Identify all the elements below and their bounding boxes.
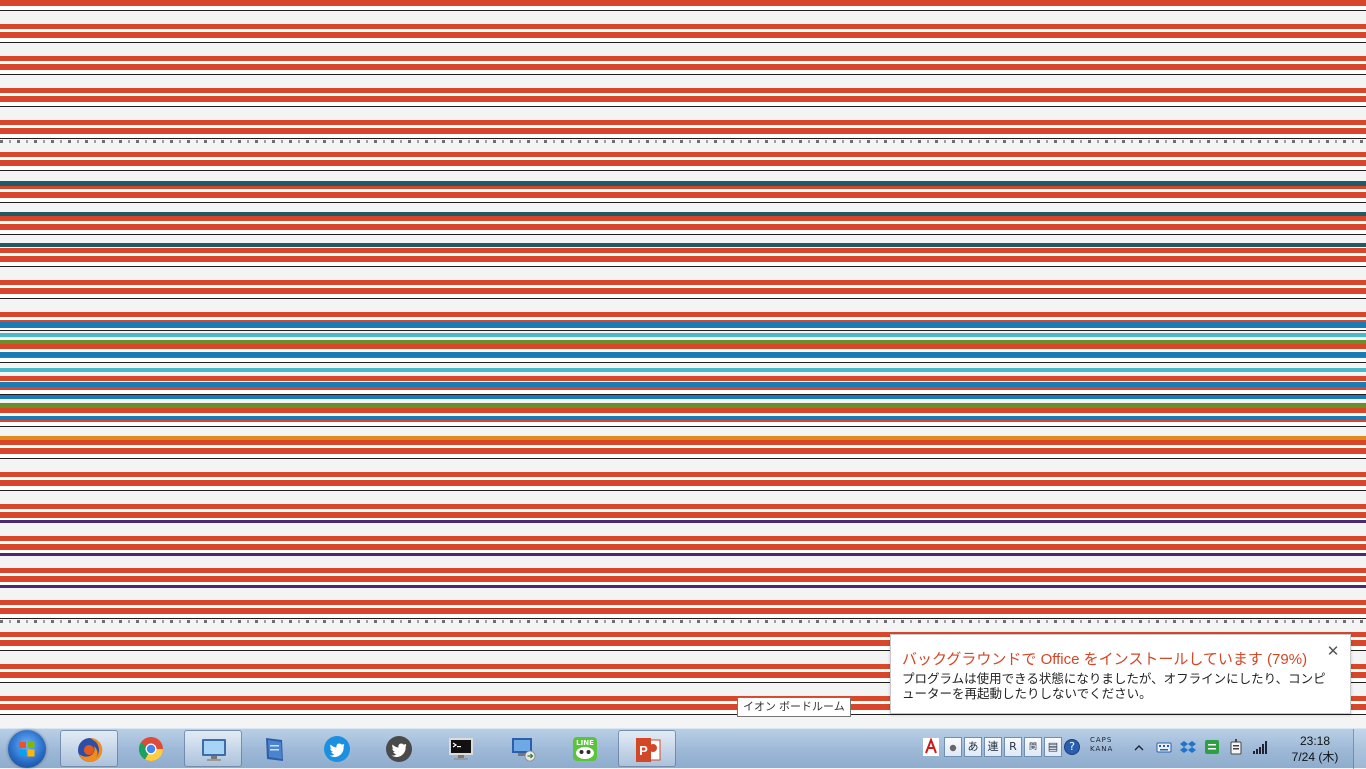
dot-icon [949,744,957,752]
taskbar: LINE P あ 連 R 関 ▤ ? CAPS KANA 23:18 7/24 … [0,728,1366,769]
system-clock[interactable]: 23:18 7/24 (木) [1280,733,1350,765]
dropbox-icon[interactable] [1180,739,1196,755]
taskbar-twitter[interactable] [308,730,366,767]
caps-kana-indicator: CAPS KANA [1090,736,1113,754]
notification-title: バックグラウンドで Office をインストールしています (79%) [902,651,1308,668]
caps-indicator: CAPS [1090,736,1113,744]
glitch-band [0,416,1366,420]
glitch-band [0,140,1366,143]
ime-dictionary[interactable]: 関 [1024,737,1042,757]
powerpoint-letter: P [639,743,648,758]
taskbar-tooltip: イオン ボードルーム [737,697,851,717]
keyboard-icon[interactable] [1156,739,1172,755]
notification-body: プログラムは使用できる状態になりましたが、オフラインにしたり、コンピューターを再… [902,672,1326,701]
ime-hiragana[interactable]: あ [964,737,982,757]
glitch-band [0,352,1366,357]
adobe-acrobat-icon[interactable] [923,738,939,756]
show-desktop-button[interactable] [1353,729,1366,769]
notebook-icon [266,738,283,761]
taskbar-twitter-client[interactable] [370,730,428,767]
desktop-background [0,0,1366,728]
firefox-icon [78,737,103,762]
taskbar-chrome[interactable] [122,730,180,767]
windows-logo-icon [19,741,35,757]
office-install-notification[interactable]: バックグラウンドで Office をインストールしています (79%) ✕ プロ… [890,634,1351,714]
line-icon: LINE [573,737,597,761]
glitch-band [0,322,1366,328]
remote-desktop-icon [512,738,536,762]
ime-mode-indicator[interactable] [944,737,962,757]
glitch-band [0,382,1366,387]
help-icon[interactable]: ? [1064,739,1080,755]
twitter-dark-icon [386,736,412,762]
start-button[interactable] [8,730,46,768]
clock-time: 23:18 [1299,734,1331,748]
taskbar-notebook[interactable] [246,730,304,767]
twitter-blue-icon [324,736,350,762]
glitch-band [0,436,1366,440]
glitch-band [0,395,1366,399]
show-hidden-icons-icon[interactable] [1133,743,1145,753]
taskbar-command-prompt[interactable] [432,730,490,767]
sync-app-icon[interactable] [1204,739,1220,755]
glitch-band [0,520,1366,523]
monitor-icon [202,739,226,761]
glitch-band [0,181,1366,186]
glitch-band [0,368,1366,372]
glitch-band [0,403,1366,408]
taskbar-remote-desktop[interactable] [494,730,552,767]
glitch-band [0,553,1366,556]
wifi-signal-icon[interactable] [1252,739,1268,755]
taskbar-firefox[interactable] [60,730,118,767]
kana-indicator: KANA [1090,745,1114,753]
close-icon[interactable]: ✕ [1326,644,1340,659]
chrome-icon [138,737,163,762]
ime-pad-icon[interactable]: ▤ [1044,737,1062,757]
glitch-band [0,585,1366,588]
taskbar-powerpoint[interactable]: P [618,730,676,767]
taskbar-monitor[interactable] [184,730,242,767]
powerpoint-icon: P [636,738,661,762]
glitch-band [0,620,1366,623]
command-prompt-icon [449,738,473,760]
ime-romaji[interactable]: R [1004,737,1022,757]
glitch-band [0,333,1366,337]
glitch-band [0,340,1366,344]
ime-conversion-mode[interactable]: 連 [984,737,1002,757]
line-label: LINE [576,739,594,747]
glitch-band [0,212,1366,216]
clock-date: 7/24 (木) [1291,750,1339,764]
glitch-band [0,243,1366,247]
power-plug-icon[interactable] [1228,739,1244,755]
taskbar-line[interactable]: LINE [556,730,614,767]
